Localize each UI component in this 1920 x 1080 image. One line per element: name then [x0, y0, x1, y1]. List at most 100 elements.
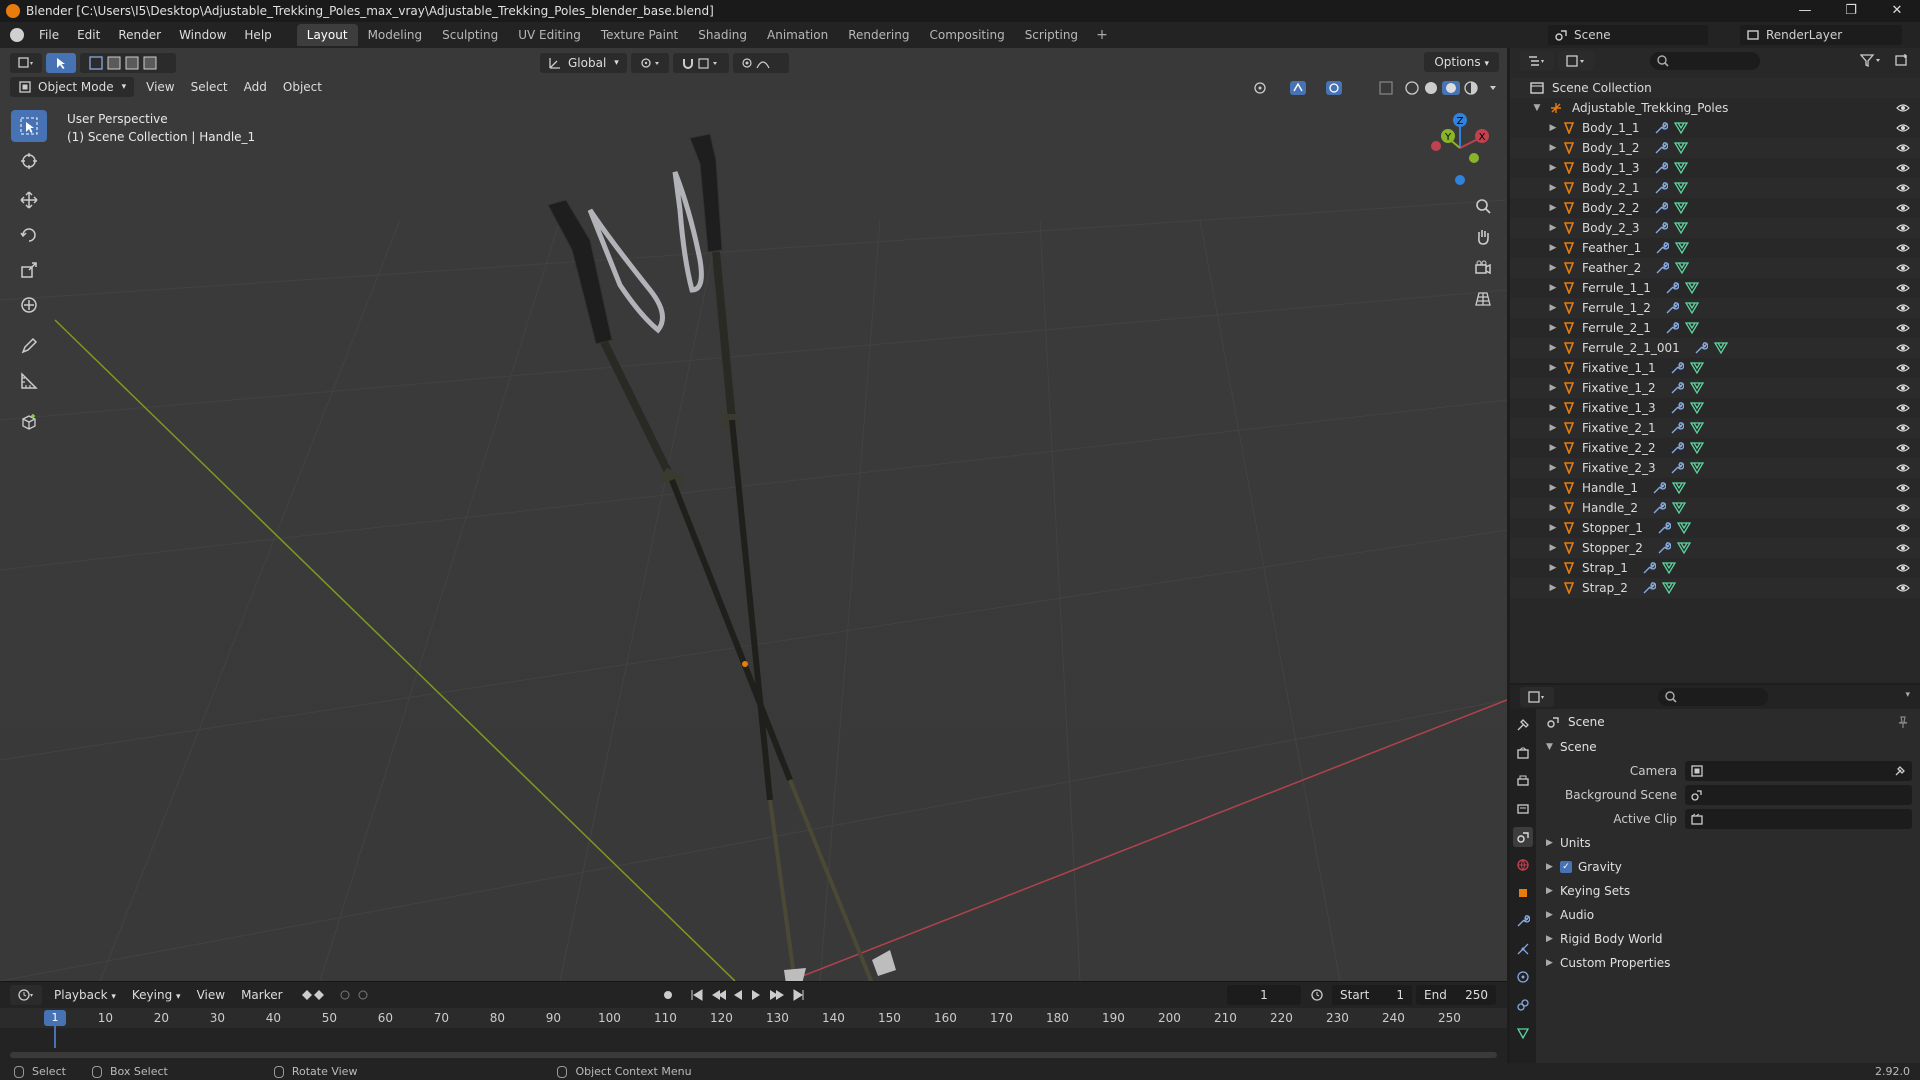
modifier-wrench-icon[interactable] [1654, 182, 1668, 194]
outliner-object-row[interactable]: ▶ Fixative_1_3 [1510, 398, 1920, 418]
mesh-data-icon[interactable] [1673, 182, 1688, 194]
mesh-data-icon[interactable] [1684, 282, 1699, 294]
tab-render[interactable] [1513, 743, 1533, 763]
units-panel-header[interactable]: ▶ Units [1540, 831, 1920, 855]
outliner-object-row[interactable]: ▶ Fixative_2_1 [1510, 418, 1920, 438]
modifier-wrench-icon[interactable] [1657, 542, 1671, 554]
mesh-data-icon[interactable] [1689, 442, 1704, 454]
tab-object-data[interactable] [1513, 1023, 1533, 1043]
expand-collapse-icon[interactable]: ▶ [1546, 263, 1560, 273]
playback-controls[interactable] [660, 987, 830, 1003]
eye-icon[interactable] [1896, 403, 1910, 413]
expand-collapse-icon[interactable]: ▶ [1546, 423, 1560, 433]
timeline-editor-type[interactable] [10, 985, 42, 1005]
camera-view-button[interactable] [1470, 255, 1496, 281]
tab-modifiers[interactable] [1513, 911, 1533, 931]
eye-icon[interactable] [1896, 383, 1910, 393]
eye-icon[interactable] [1896, 363, 1910, 373]
modifier-wrench-icon[interactable] [1665, 322, 1679, 334]
mesh-data-icon[interactable] [1689, 462, 1704, 474]
scene-selector[interactable]: Scene [1548, 25, 1708, 45]
mesh-data-icon[interactable] [1689, 402, 1704, 414]
gravity-checkbox[interactable]: ✓ [1560, 861, 1572, 873]
modifier-wrench-icon[interactable] [1654, 142, 1668, 154]
modifier-wrench-icon[interactable] [1670, 442, 1684, 454]
collection-row[interactable]: ▼ Adjustable_Trekking_Poles [1510, 98, 1920, 118]
mesh-data-icon[interactable] [1675, 262, 1690, 274]
eye-icon[interactable] [1896, 583, 1910, 593]
keyframe-buttons[interactable] [301, 988, 381, 1002]
eye-icon[interactable] [1896, 483, 1910, 493]
eye-icon[interactable] [1896, 543, 1910, 553]
expand-collapse-icon[interactable]: ▶ [1546, 123, 1560, 133]
rigid-body-world-panel-header[interactable]: ▶ Rigid Body World [1540, 927, 1920, 951]
mesh-data-icon[interactable] [1689, 422, 1704, 434]
tool-add-cube[interactable] [11, 406, 47, 438]
mesh-data-icon[interactable] [1673, 202, 1688, 214]
gizmo-neg-z[interactable] [1455, 175, 1465, 185]
workspace-tab-modeling[interactable]: Modeling [358, 24, 433, 46]
scene-collection-row[interactable]: Scene Collection [1510, 78, 1920, 98]
keying-sets-panel-header[interactable]: ▶ Keying Sets [1540, 879, 1920, 903]
expand-collapse-icon[interactable]: ▼ [1530, 103, 1544, 113]
expand-collapse-icon[interactable]: ▶ [1546, 443, 1560, 453]
viewport-menu-object[interactable]: Object [275, 80, 330, 94]
modifier-wrench-icon[interactable] [1652, 482, 1666, 494]
outliner-object-row[interactable]: ▶ Fixative_2_2 [1510, 438, 1920, 458]
perspective-toggle-button[interactable] [1470, 286, 1496, 312]
modifier-wrench-icon[interactable] [1654, 122, 1668, 134]
eye-icon[interactable] [1896, 503, 1910, 513]
tab-constraints[interactable] [1513, 995, 1533, 1015]
menu-help[interactable]: Help [235, 28, 280, 42]
eyedropper-icon[interactable] [1894, 765, 1906, 777]
workspace-tab-rendering[interactable]: Rendering [838, 24, 919, 46]
expand-collapse-icon[interactable]: ▶ [1546, 343, 1560, 353]
mesh-data-icon[interactable] [1673, 122, 1688, 134]
eye-icon[interactable] [1896, 563, 1910, 573]
gizmo-neg-y[interactable] [1469, 153, 1479, 163]
menu-file[interactable]: File [30, 28, 68, 42]
outliner-object-row[interactable]: ▶ Ferrule_1_1 [1510, 278, 1920, 298]
pin-icon[interactable] [1896, 715, 1910, 729]
background-scene-field[interactable] [1685, 785, 1912, 805]
menu-render[interactable]: Render [109, 28, 170, 42]
viewport-options-dropdown[interactable]: Options ▾ [1424, 52, 1499, 72]
timeline-menu-view[interactable]: View [189, 988, 233, 1002]
expand-collapse-icon[interactable]: ▶ [1546, 543, 1560, 553]
timeline-frame-ruler[interactable]: 1 10 20 30 40 50 60 70 80 90 100 110 120 130 140 150 160… [0, 1008, 1507, 1048]
gravity-panel-header[interactable]: ▶ ✓ Gravity [1540, 855, 1920, 879]
expand-collapse-icon[interactable]: ▶ [1546, 323, 1560, 333]
expand-collapse-icon[interactable]: ▶ [1546, 583, 1560, 593]
expand-collapse-icon[interactable]: ▶ [1546, 403, 1560, 413]
properties-search-input[interactable] [1658, 688, 1768, 706]
eye-icon[interactable] [1896, 123, 1910, 133]
outliner-object-row[interactable]: ▶ Fixative_1_1 [1510, 358, 1920, 378]
scene-panel-header[interactable]: ▼ Scene [1540, 735, 1920, 759]
mesh-data-icon[interactable] [1684, 302, 1699, 314]
mesh-data-icon[interactable] [1673, 222, 1688, 234]
outliner-object-row[interactable]: ▶ Body_2_2 [1510, 198, 1920, 218]
eye-icon[interactable] [1896, 143, 1910, 153]
3d-viewport[interactable]: Global ▾ Options ▾ Object Mode ▾ View Se… [0, 48, 1507, 981]
outliner-object-row[interactable]: ▶ Fixative_2_3 [1510, 458, 1920, 478]
menu-edit[interactable]: Edit [68, 28, 109, 42]
modifier-wrench-icon[interactable] [1670, 382, 1684, 394]
expand-collapse-icon[interactable]: ▶ [1546, 523, 1560, 533]
tool-transform[interactable] [11, 289, 47, 321]
tab-object[interactable] [1513, 883, 1533, 903]
outliner-object-row[interactable]: ▶ Handle_2 [1510, 498, 1920, 518]
modifier-wrench-icon[interactable] [1655, 242, 1670, 254]
expand-collapse-icon[interactable]: ▶ [1546, 383, 1560, 393]
outliner-object-row[interactable]: ▶ Feather_1 [1510, 238, 1920, 258]
view-layer-selector[interactable]: RenderLayer [1740, 25, 1902, 45]
workspace-tab-uv-editing[interactable]: UV Editing [508, 24, 591, 46]
expand-collapse-icon[interactable]: ▶ [1546, 483, 1560, 493]
object-mode-dropdown[interactable]: Object Mode ▾ [10, 77, 135, 97]
eye-icon[interactable] [1896, 303, 1910, 313]
workspace-tab-animation[interactable]: Animation [757, 24, 838, 46]
expand-collapse-icon[interactable]: ▶ [1546, 163, 1560, 173]
eye-icon[interactable] [1896, 183, 1910, 193]
expand-collapse-icon[interactable]: ▶ [1546, 203, 1560, 213]
eye-icon[interactable] [1896, 263, 1910, 273]
camera-field[interactable] [1685, 761, 1912, 781]
